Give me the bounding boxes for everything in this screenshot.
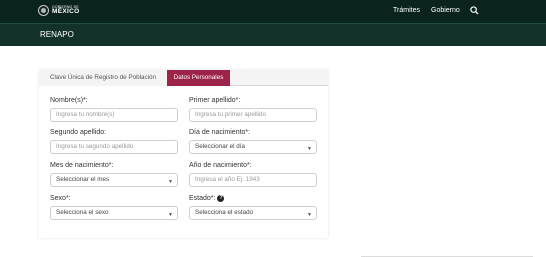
page-title: RENAPO (40, 30, 74, 39)
logo-text: GOBIERNO DE MÉXICO (52, 5, 80, 16)
mes-selected-value: Seleccionar el mes (56, 176, 110, 183)
nombre-input[interactable]: Ingresa tu nombre(s) (50, 108, 178, 122)
chevron-down-icon: ▼ (168, 179, 173, 185)
estado-label: Estado*: (189, 195, 216, 202)
chevron-down-icon: ▼ (307, 212, 312, 218)
search-icon[interactable] (470, 6, 479, 15)
anio-label: Año de nacimiento*: (189, 162, 252, 169)
primer-apellido-label: Primer apellido*: (189, 97, 241, 104)
mes-select[interactable]: Seleccionar el mes ▼ (50, 173, 178, 187)
estado-label-group: Estado*:? (189, 195, 225, 202)
anio-input[interactable]: Ingresa el año Ej. 1943 (189, 173, 317, 187)
estado-select[interactable]: Selecciona el estado ▼ (189, 206, 317, 220)
tab-datos-personales[interactable]: Datos Personales (167, 70, 230, 86)
question-circle-icon[interactable]: ? (217, 195, 225, 202)
segundo-apellido-input[interactable]: Ingresa tu segundo apellido (50, 140, 178, 154)
nav-gobierno-link[interactable]: Gobierno (431, 7, 460, 14)
estado-selected-value: Selecciona el estado (195, 209, 254, 216)
chevron-down-icon: ▼ (307, 146, 312, 152)
segundo-apellido-label: Segundo apellido: (50, 129, 107, 136)
tab-bar: Clave Única de Registro de Población Dat… (39, 70, 328, 86)
dia-selected-value: Seleccionar el día (195, 143, 246, 150)
dia-label: Día de nacimiento*: (189, 129, 251, 136)
nav-tramites-link[interactable]: Trámites (393, 7, 420, 14)
top-navbar: GOBIERNO DE MÉXICO Trámites Gobierno (0, 0, 546, 23)
subheader-bar: RENAPO (0, 23, 546, 46)
form-card: Clave Única de Registro de Población Dat… (39, 70, 328, 238)
chevron-down-icon: ▼ (168, 212, 173, 218)
mes-label: Mes de nacimiento*: (50, 162, 114, 169)
sexo-selected-value: Selecciona el sexo (56, 209, 109, 216)
sexo-select[interactable]: Selecciona el sexo ▼ (50, 206, 178, 220)
primer-apellido-input[interactable]: Ingresa tu primer apellido (189, 108, 317, 122)
nombre-label: Nombre(s)*: (50, 97, 88, 104)
sexo-label: Sexo*: (50, 195, 71, 202)
dia-select[interactable]: Seleccionar el día ▼ (189, 140, 317, 154)
tab-curp[interactable]: Clave Única de Registro de Población (39, 70, 167, 86)
logo-big-text: MÉXICO (52, 8, 80, 15)
gobierno-mexico-logo[interactable]: GOBIERNO DE MÉXICO (38, 5, 79, 16)
national-seal-icon (38, 5, 49, 16)
